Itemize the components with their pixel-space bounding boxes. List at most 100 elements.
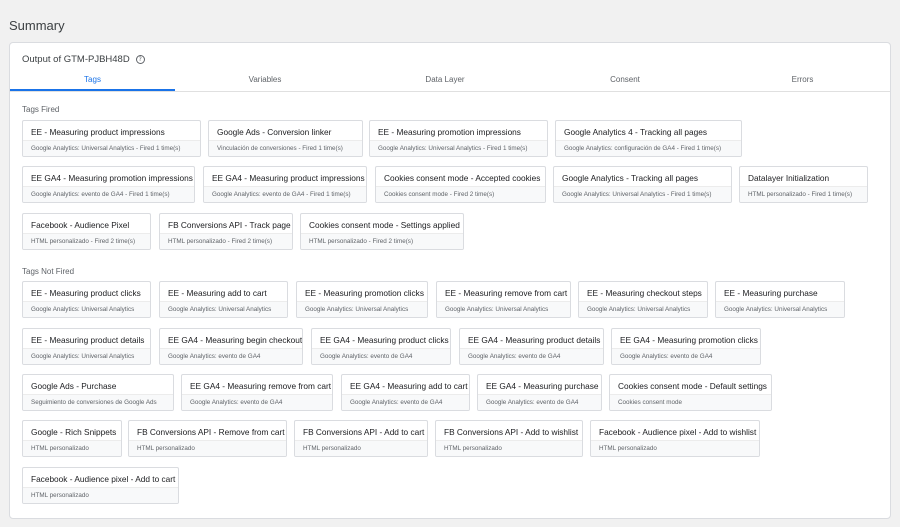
- tag-name: EE - Measuring promotion clicks: [305, 288, 424, 298]
- tag-detail: Vinculación de conversiones - Fired 1 ti…: [209, 140, 362, 156]
- tag-detail: Google Analytics: evento de GA4: [612, 348, 760, 364]
- tag-detail: HTML personalizado: [591, 440, 759, 456]
- tab-bar: Tags Variables Data Layer Consent Errors: [10, 70, 890, 92]
- tag-card[interactable]: EE - Measuring add to cart Google Analyt…: [159, 281, 288, 318]
- tag-detail: HTML personalizado - Fired 2 time(s): [23, 233, 150, 249]
- tag-card[interactable]: Google Analytics - Tracking all pages Go…: [553, 166, 732, 203]
- tab-data-layer[interactable]: Data Layer: [355, 70, 535, 91]
- tag-card[interactable]: EE - Measuring remove from cart Google A…: [436, 281, 571, 318]
- tag-card[interactable]: EE GA4 - Measuring begin checkout Google…: [159, 328, 303, 365]
- tag-card[interactable]: EE - Measuring product impressions Googl…: [22, 120, 201, 157]
- tag-detail: Google Analytics: Universal Analytics - …: [23, 140, 200, 156]
- tag-card[interactable]: EE GA4 - Measuring add to cart Google An…: [341, 374, 470, 411]
- tag-detail: HTML personalizado - Fired 1 time(s): [740, 186, 867, 202]
- page-title: Summary: [9, 18, 65, 33]
- tag-detail: HTML personalizado: [23, 487, 178, 503]
- tab-tags[interactable]: Tags: [10, 70, 175, 91]
- tag-card[interactable]: EE - Measuring promotion clicks Google A…: [296, 281, 428, 318]
- tag-name: EE GA4 - Measuring promotion clicks: [620, 335, 758, 345]
- tag-detail: Google Analytics: Universal Analytics - …: [554, 186, 731, 202]
- tag-name: FB Conversions API - Add to wishlist: [444, 427, 579, 437]
- tag-card[interactable]: EE GA4 - Measuring promotion impressions…: [22, 166, 195, 203]
- tag-detail: Seguimiento de conversiones de Google Ad…: [23, 394, 173, 410]
- tag-name: Google Ads - Conversion linker: [217, 127, 332, 137]
- tag-name: FB Conversions API - Remove from cart: [137, 427, 285, 437]
- tag-detail: Google Analytics: Universal Analytics: [297, 301, 427, 317]
- tag-card[interactable]: EE - Measuring product details Google An…: [22, 328, 151, 365]
- tag-card[interactable]: Google Ads - Conversion linker Vinculaci…: [208, 120, 363, 157]
- tag-detail: Google Analytics: Universal Analytics: [716, 301, 844, 317]
- tag-detail: Google Analytics: evento de GA4: [312, 348, 450, 364]
- tag-name: EE GA4 - Measuring remove from cart: [190, 381, 332, 391]
- tag-name: Google - Rich Snippets: [31, 427, 117, 437]
- tag-name: Google Ads - Purchase: [31, 381, 117, 391]
- tag-name: Datalayer Initialization: [748, 173, 830, 183]
- tag-card[interactable]: FB Conversions API - Add to cart HTML pe…: [294, 420, 428, 457]
- output-panel: Output of GTM-PJBH48D ? Tags Variables D…: [9, 42, 891, 519]
- tag-card[interactable]: Google Analytics 4 - Tracking all pages …: [555, 120, 742, 157]
- tag-detail: Google Analytics: evento de GA4: [342, 394, 469, 410]
- help-circle-icon[interactable]: ?: [135, 55, 145, 64]
- tag-card[interactable]: EE GA4 - Measuring purchase Google Analy…: [477, 374, 602, 411]
- tag-card[interactable]: FB Conversions API - Track page HTML per…: [159, 213, 293, 250]
- tag-name: FB Conversions API - Add to cart: [303, 427, 425, 437]
- tag-name: Facebook - Audience Pixel: [31, 220, 130, 230]
- tag-card[interactable]: EE GA4 - Measuring remove from cart Goog…: [181, 374, 333, 411]
- tag-name: Facebook - Audience pixel - Add to wishl…: [599, 427, 757, 437]
- panel-header: Output of GTM-PJBH48D ?: [22, 54, 145, 65]
- tag-name: EE GA4 - Measuring product impressions: [212, 173, 365, 183]
- tag-card[interactable]: EE - Measuring product clicks Google Ana…: [22, 281, 151, 318]
- tag-card[interactable]: Cookies consent mode - Default settings …: [609, 374, 772, 411]
- tag-detail: HTML personalizado - Fired 2 time(s): [301, 233, 463, 249]
- tag-card[interactable]: Datalayer Initialization HTML personaliz…: [739, 166, 868, 203]
- tag-card[interactable]: EE - Measuring checkout steps Google Ana…: [578, 281, 708, 318]
- tag-detail: HTML personalizado: [436, 440, 582, 456]
- tag-detail: Google Analytics: evento de GA4: [478, 394, 601, 410]
- tag-detail: Cookies consent mode: [610, 394, 771, 410]
- tag-detail: Google Analytics: evento de GA4 - Fired …: [204, 186, 366, 202]
- tag-name: EE - Measuring product impressions: [31, 127, 165, 137]
- panel-title: Output of GTM-PJBH48D: [22, 54, 130, 65]
- tag-card[interactable]: Cookies consent mode - Accepted cookies …: [375, 166, 546, 203]
- tag-name: Google Analytics 4 - Tracking all pages: [564, 127, 707, 137]
- tag-name: EE - Measuring add to cart: [168, 288, 267, 298]
- tag-card[interactable]: Facebook - Audience pixel - Add to wishl…: [590, 420, 760, 457]
- tag-name: Cookies consent mode - Default settings: [618, 381, 767, 391]
- tag-name: EE - Measuring promotion impressions: [378, 127, 521, 137]
- tag-card[interactable]: Facebook - Audience pixel - Add to cart …: [22, 467, 179, 504]
- tag-card[interactable]: EE - Measuring promotion impressions Goo…: [369, 120, 548, 157]
- tag-detail: Google Analytics: Universal Analytics: [23, 301, 150, 317]
- tag-name: EE - Measuring product clicks: [31, 288, 141, 298]
- tab-errors[interactable]: Errors: [715, 70, 890, 91]
- tag-name: Cookies consent mode - Settings applied: [309, 220, 460, 230]
- tag-name: EE - Measuring purchase: [724, 288, 818, 298]
- tag-card[interactable]: EE GA4 - Measuring product clicks Google…: [311, 328, 451, 365]
- tag-card[interactable]: EE GA4 - Measuring product impressions G…: [203, 166, 367, 203]
- tag-card[interactable]: EE GA4 - Measuring promotion clicks Goog…: [611, 328, 761, 365]
- tag-card[interactable]: Google Ads - Purchase Seguimiento de con…: [22, 374, 174, 411]
- tag-card[interactable]: EE - Measuring purchase Google Analytics…: [715, 281, 845, 318]
- tag-card[interactable]: EE GA4 - Measuring product details Googl…: [459, 328, 604, 365]
- tag-detail: Google Analytics: evento de GA4: [160, 348, 302, 364]
- tag-detail: HTML personalizado - Fired 2 time(s): [160, 233, 292, 249]
- tag-name: EE GA4 - Measuring promotion impressions: [31, 173, 193, 183]
- tag-name: EE GA4 - Measuring purchase: [486, 381, 599, 391]
- section-label-tags-fired: Tags Fired: [22, 105, 60, 114]
- tag-detail: HTML personalizado: [23, 440, 121, 456]
- tag-card[interactable]: FB Conversions API - Remove from cart HT…: [128, 420, 287, 457]
- tag-card[interactable]: Cookies consent mode - Settings applied …: [300, 213, 464, 250]
- tag-card[interactable]: FB Conversions API - Add to wishlist HTM…: [435, 420, 583, 457]
- tag-name: EE GA4 - Measuring product details: [468, 335, 601, 345]
- tab-variables[interactable]: Variables: [175, 70, 355, 91]
- tag-card[interactable]: Facebook - Audience Pixel HTML personali…: [22, 213, 151, 250]
- tag-detail: Google Analytics: evento de GA4 - Fired …: [23, 186, 194, 202]
- tab-consent[interactable]: Consent: [535, 70, 715, 91]
- tag-name: Facebook - Audience pixel - Add to cart: [31, 474, 176, 484]
- tag-detail: Cookies consent mode - Fired 2 time(s): [376, 186, 545, 202]
- tag-name: EE - Measuring product details: [31, 335, 145, 345]
- tag-detail: HTML personalizado: [295, 440, 427, 456]
- tag-detail: Google Analytics: Universal Analytics: [160, 301, 287, 317]
- tag-card[interactable]: Google - Rich Snippets HTML personalizad…: [22, 420, 122, 457]
- tag-name: Cookies consent mode - Accepted cookies: [384, 173, 541, 183]
- tag-detail: Google Analytics: evento de GA4: [460, 348, 603, 364]
